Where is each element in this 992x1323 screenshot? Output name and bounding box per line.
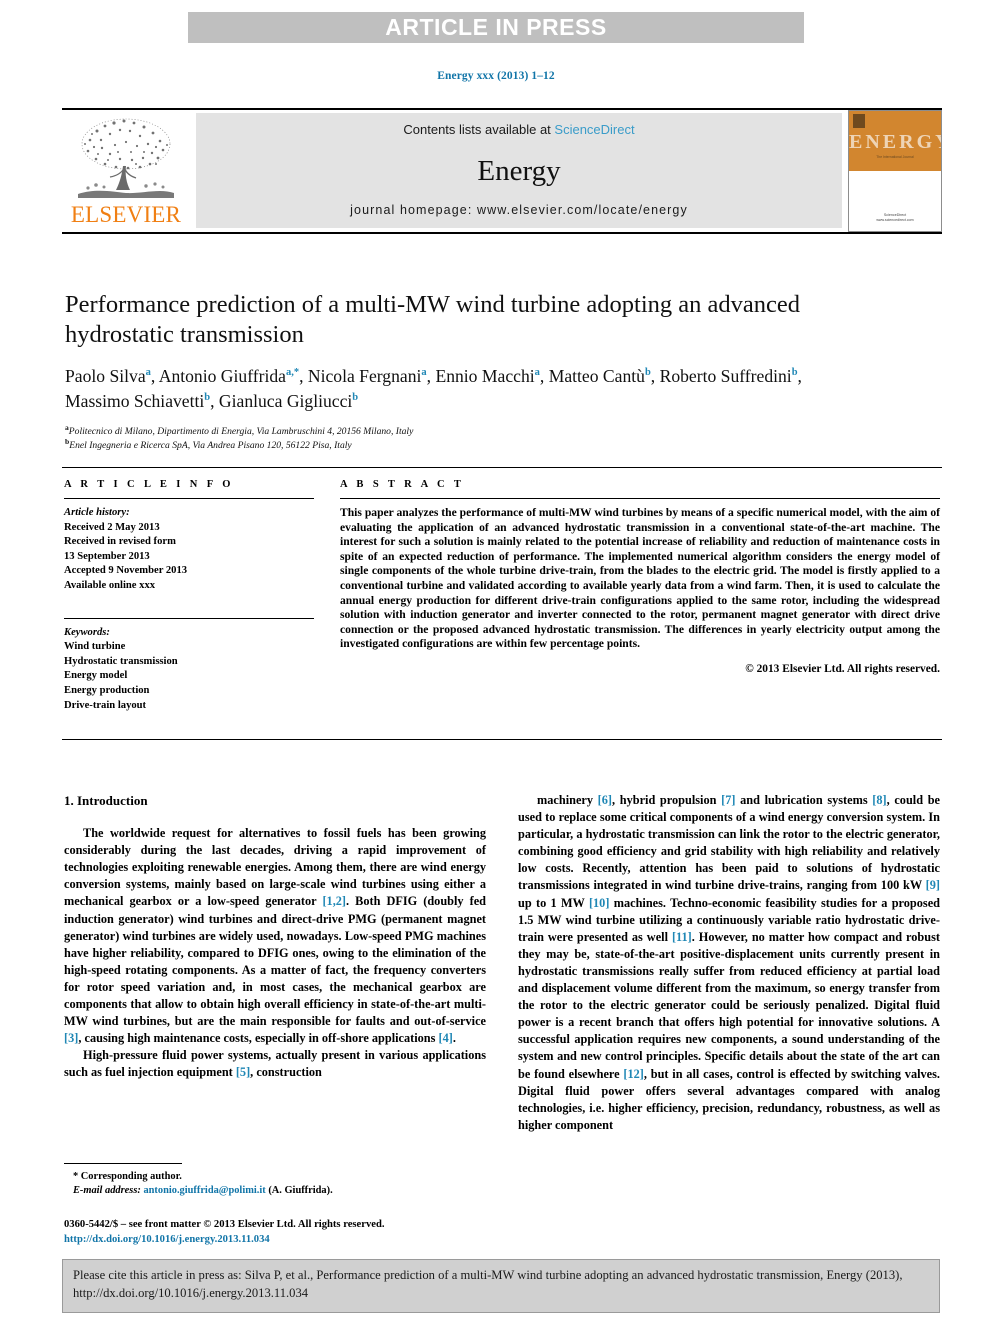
page-title: Performance prediction of a multi-MW win… [65, 291, 800, 348]
journal-masthead: ELSEVIER Contents lists available at Sci… [62, 108, 942, 234]
corresponding-author-footnote: * Corresponding author. E-mail address: … [64, 1163, 486, 1198]
keyword-item: Wind turbine [64, 641, 126, 653]
running-head-citation: Energy xxx (2013) 1–12 [437, 70, 555, 82]
body-column-left: 1. Introduction The worldwide request fo… [64, 792, 486, 1152]
keyword-item: Hydrostatic transmission [64, 655, 178, 667]
intro-paragraphs-left: The worldwide request for alternatives t… [64, 825, 486, 1081]
masthead-top-rule [62, 108, 942, 110]
cover-publisher-url: www.sciencedirect.com [876, 218, 914, 222]
elsevier-logo: ELSEVIER [62, 112, 190, 230]
abstract-column: A B S T R A C T This paper analyzes the … [340, 479, 940, 675]
elsevier-wordmark: ELSEVIER [70, 202, 182, 227]
abstract-rule [340, 498, 940, 499]
article-info-rule [64, 498, 314, 499]
keywords-block: Keywords: Wind turbine Hydrostatic transm… [64, 617, 314, 714]
email-owner: (A. Giuffrida). [268, 1185, 333, 1196]
keyword-item: Energy production [64, 684, 150, 696]
cover-publisher-block: ScienceDirect www.sciencedirect.com [849, 213, 941, 223]
journal-homepage-link[interactable]: journal homepage: www.elsevier.com/locat… [196, 203, 842, 217]
article-info-heading: A R T I C L E I N F O [64, 479, 234, 490]
footnote-rule [64, 1163, 182, 1164]
affiliation-list: aPolitecnico di Milano, Dipartimento di … [65, 422, 414, 451]
article-history-list: Received 2 May 2013 Received in revised f… [64, 521, 314, 594]
elsevier-tree-icon [78, 118, 174, 198]
email-line: E-mail address: antonio.giuffrida@polimi… [64, 1184, 486, 1198]
sciencedirect-link[interactable]: ScienceDirect [554, 122, 634, 137]
body-paragraph: The worldwide request for alternatives t… [64, 826, 486, 1046]
cover-corner-mark [853, 114, 865, 128]
abstract-heading: A B S T R A C T [340, 479, 465, 490]
email-link[interactable]: antonio.giuffrida@polimi.it [143, 1185, 265, 1196]
article-history-item: Received 2 May 2013 [64, 521, 160, 533]
band-top-rule [62, 467, 942, 468]
cite-this-article-box: Please cite this article in press as: Si… [62, 1259, 940, 1313]
section-heading-introduction: 1. Introduction [64, 793, 148, 808]
keyword-item: Energy model [64, 670, 128, 682]
article-in-press-banner: ARTICLE IN PRESS [188, 12, 804, 43]
body-column-right: machinery [6], hybrid propulsion [7] and… [518, 792, 940, 1192]
keywords-list: Wind turbine Hydrostatic transmission Ener… [64, 640, 314, 713]
doi-link[interactable]: http://dx.doi.org/10.1016/j.energy.2013.… [64, 1233, 494, 1248]
email-label: E-mail address: [73, 1185, 141, 1196]
keyword-item: Drive-train layout [64, 699, 147, 711]
author-list: Paolo Silvaa, Antonio Giuffridaa,*, Nico… [65, 366, 802, 411]
body-paragraph: High-pressure fluid power systems, actua… [64, 1048, 486, 1080]
masthead-bottom-rule [62, 232, 942, 234]
corresponding-author-note: * Corresponding author. [73, 1171, 182, 1182]
title-author-block: Performance prediction of a multi-MW win… [65, 290, 945, 452]
abstract-text: This paper analyzes the performance of m… [340, 506, 940, 651]
journal-title: Energy [477, 155, 561, 187]
article-history-item: Available online xxx [64, 579, 156, 591]
intro-paragraphs-right: machinery [6], hybrid propulsion [7] and… [518, 792, 940, 1134]
issn-front-matter: 0360-5442/$ – see front matter © 2013 El… [64, 1219, 385, 1230]
keywords-rule [64, 617, 314, 619]
journal-cover-thumbnail: ENERGY The International Journal Science… [848, 110, 942, 232]
article-history-label: Article history: [64, 507, 130, 518]
body-paragraph: machinery [6], hybrid propulsion [7] and… [518, 793, 941, 1132]
article-in-press-label: ARTICLE IN PRESS [385, 14, 607, 40]
cite-this-article-text: Please cite this article in press as: Si… [73, 1268, 903, 1300]
cover-caption: The International Journal [876, 155, 914, 159]
article-history-item: 13 September 2013 [64, 550, 150, 562]
band-bottom-rule [62, 739, 942, 740]
front-matter-block: 0360-5442/$ – see front matter © 2013 El… [64, 1218, 494, 1247]
contents-prefix-label: Contents lists available at [403, 122, 555, 137]
masthead-center-panel: Contents lists available at ScienceDirec… [196, 113, 842, 228]
cover-energy-title: ENERGY [849, 131, 941, 153]
article-history-item: Accepted 9 November 2013 [64, 565, 188, 577]
article-history-item: Received in revised form [64, 536, 176, 548]
contents-available-line: Contents lists available at ScienceDirec… [196, 122, 842, 137]
keywords-label: Keywords: [64, 626, 110, 638]
article-info-column: A R T I C L E I N F O Article history: R… [64, 479, 314, 713]
abstract-copyright: © 2013 Elsevier Ltd. All rights reserved… [745, 662, 940, 675]
